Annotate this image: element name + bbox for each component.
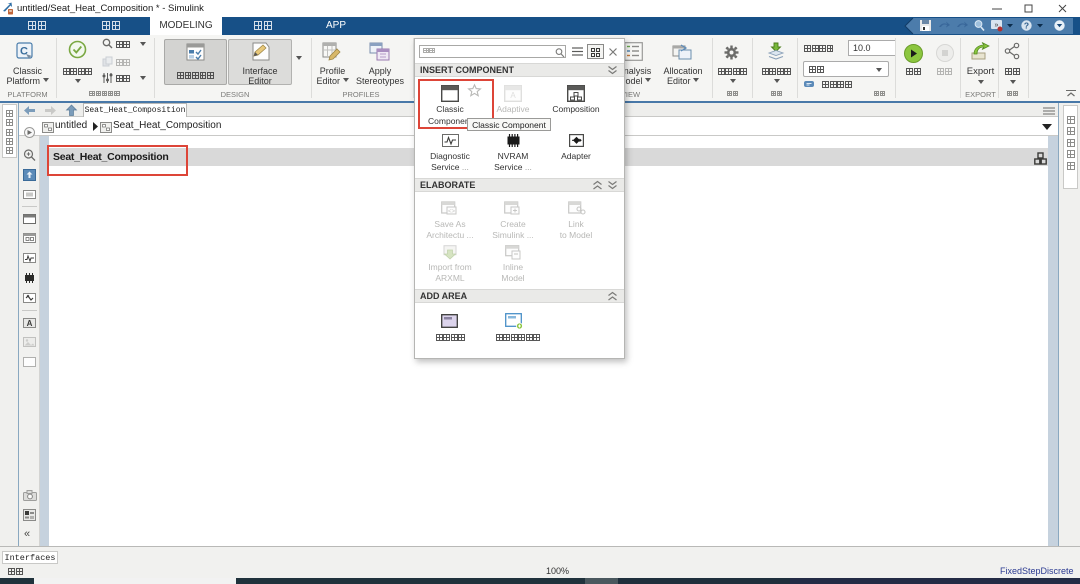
svg-text:<>: <> <box>448 209 456 215</box>
svg-text:A: A <box>27 319 33 328</box>
svg-text:C: C <box>20 46 28 58</box>
svg-text:A: A <box>510 91 516 100</box>
svg-text:?: ? <box>1024 21 1029 31</box>
